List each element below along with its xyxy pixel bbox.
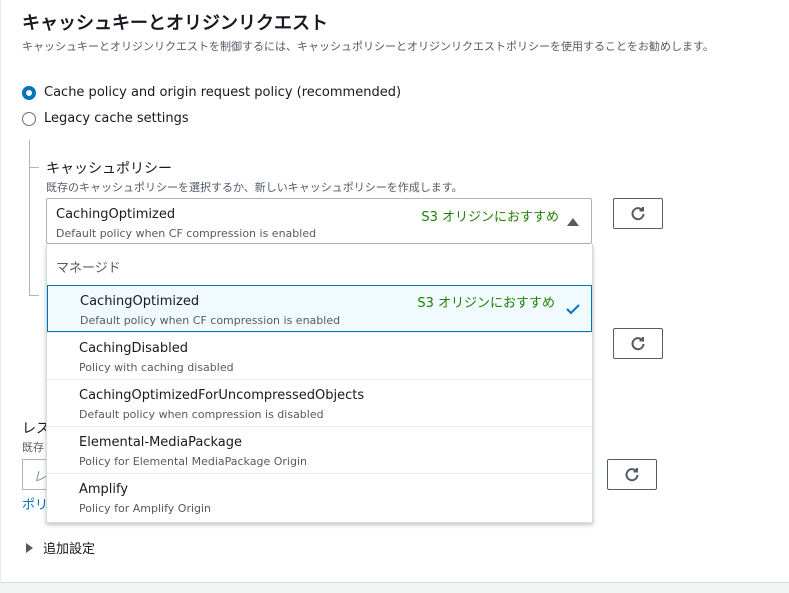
option-description: Default policy when CF compression is en… (80, 314, 341, 327)
caret-up-icon (567, 218, 579, 226)
cache-policy-label: キャッシュポリシー (46, 161, 172, 177)
response-header-desc-fragment: 既存 (22, 441, 44, 454)
option-elemental-mediapackage[interactable]: Elemental-MediaPackage Policy for Elemen… (47, 426, 592, 473)
cache-policy-dropdown: マネージド CachingOptimized Default policy wh… (46, 244, 593, 523)
refresh-cache-policy-button[interactable] (613, 198, 663, 229)
advanced-settings-label: 追加設定 (43, 542, 96, 557)
refresh-response-policy-button[interactable] (607, 459, 657, 490)
tree-branch (29, 295, 39, 296)
checkmark-icon (566, 304, 580, 315)
option-description: Default policy when compression is disab… (79, 408, 324, 421)
refresh-icon (631, 336, 645, 350)
radio-legacy[interactable]: Legacy cache settings (22, 111, 189, 126)
option-caching-optimized[interactable]: CachingOptimized Default policy when CF … (47, 285, 592, 332)
section-title: キャッシュキーとオリジンリクエスト (22, 13, 328, 34)
refresh-icon (631, 206, 645, 220)
advanced-settings-toggle[interactable]: 追加設定 (26, 538, 95, 557)
option-caching-disabled[interactable]: CachingDisabled Policy with caching disa… (47, 332, 592, 379)
response-header-input[interactable]: レ (22, 459, 47, 490)
option-name: CachingDisabled (79, 341, 189, 356)
tree-branch (29, 167, 39, 168)
group-label-managed: マネージド (56, 261, 121, 276)
option-name: CachingOptimizedForUncompressedObjects (79, 388, 365, 403)
option-name: CachingOptimized (80, 294, 200, 309)
cache-policy-description: 既存のキャッシュポリシーを選択するか、新しいキャッシュポリシーを作成します。 (46, 181, 463, 194)
option-description: Policy for Amplify Origin (79, 502, 212, 515)
caret-right-icon (26, 542, 33, 553)
policy-link-fragment[interactable]: ポリ (22, 494, 48, 513)
refresh-origin-policy-button[interactable] (613, 328, 663, 359)
cache-key-panel: キャッシュキーとオリジンリクエスト キャッシュキーとオリジンリクエストを制御する… (0, 0, 789, 583)
radio-checked-icon[interactable] (22, 85, 36, 100)
tree-line (29, 140, 30, 296)
cache-policy-select[interactable]: CachingOptimized Default policy when CF … (46, 198, 592, 244)
option-amplify[interactable]: Amplify Policy for Amplify Origin (47, 473, 592, 520)
radio-legacy-label: Legacy cache settings (44, 111, 189, 126)
recommended-tag: S3 オリジンにおすすめ (421, 210, 559, 225)
selected-policy-name: CachingOptimized (56, 207, 176, 222)
radio-unchecked-icon[interactable] (22, 111, 36, 126)
option-name: Elemental-MediaPackage (79, 435, 243, 450)
recommended-tag: S3 オリジンにおすすめ (417, 296, 555, 311)
radio-cache-policy[interactable]: Cache policy and origin request policy (… (22, 85, 401, 100)
selected-policy-description: Default policy when CF compression is en… (56, 227, 317, 240)
option-caching-optimized-uncompressed[interactable]: CachingOptimizedForUncompressedObjects D… (47, 379, 592, 426)
refresh-icon (625, 467, 639, 481)
radio-cache-policy-label: Cache policy and origin request policy (… (44, 85, 402, 100)
option-name: Amplify (79, 482, 129, 497)
section-description: キャッシュキーとオリジンリクエストを制御するには、キャッシュポリシーとオリジンリ… (22, 40, 714, 53)
option-description: Policy with caching disabled (79, 361, 234, 374)
option-description: Policy for Elemental MediaPackage Origin (79, 455, 307, 468)
